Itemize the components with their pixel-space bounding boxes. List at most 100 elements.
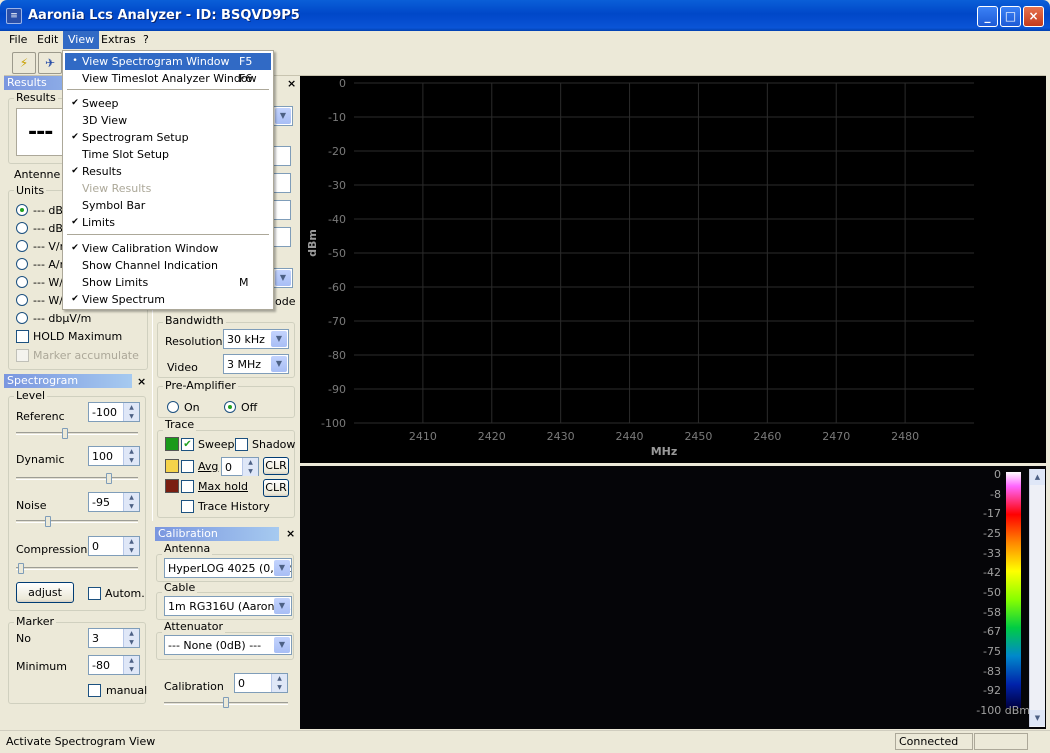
menu-item-time-slot-setup[interactable]: Time Slot Setup (65, 146, 271, 163)
noise-spinner[interactable]: -95 ▲ ▼ (88, 492, 140, 512)
spin-down-icon[interactable]: ▼ (123, 502, 139, 511)
chevron-down-icon: ▼ (274, 637, 290, 653)
spin-up-icon[interactable]: ▲ (123, 629, 139, 638)
minimum-spinner[interactable]: -80 ▲ ▼ (88, 655, 140, 675)
maxhold-color-swatch[interactable] (165, 479, 179, 493)
unit-radio-dbu[interactable] (16, 222, 28, 234)
avg-color-swatch[interactable] (165, 459, 179, 473)
spin-down-icon[interactable]: ▼ (271, 683, 287, 692)
spin-up-icon[interactable]: ▲ (123, 656, 139, 665)
maximize-button[interactable]: □ (1000, 6, 1021, 27)
sweep-combo-1[interactable]: ▼ (271, 106, 293, 126)
video-select[interactable]: 3 MHz ▼ (223, 354, 289, 374)
menu-extras[interactable]: Extras (96, 31, 141, 49)
spin-down-icon[interactable]: ▼ (123, 546, 139, 555)
calibration-close-icon[interactable]: × (286, 527, 295, 540)
menu-item-view-timeslot-window[interactable]: View Timeslot Analyzer Window F6 (65, 70, 271, 87)
reference-spinner[interactable]: -100 ▲ ▼ (88, 402, 140, 422)
spin-down-icon[interactable]: ▼ (123, 638, 139, 647)
compression-slider-thumb[interactable] (18, 563, 25, 574)
menu-item-symbol-bar[interactable]: Symbol Bar (65, 197, 271, 214)
device-icon[interactable]: ✈ (38, 52, 62, 74)
calibration-value: 0 (238, 677, 245, 690)
preamp-on-radio[interactable] (167, 401, 179, 413)
menu-item-show-channel-indication[interactable]: Show Channel Indication (65, 257, 271, 274)
autom-checkbox[interactable] (88, 587, 101, 600)
sweep-checkbox[interactable]: ✔ (181, 438, 194, 451)
menu-item-view-calibration-window[interactable]: ✔ View Calibration Window (65, 240, 271, 257)
calibration-slider-thumb[interactable] (223, 697, 229, 708)
scroll-down-icon[interactable]: ▼ (1030, 710, 1045, 726)
waterfall-scrollbar[interactable]: ▲ ▼ (1029, 469, 1045, 727)
marker-accumulate-checkbox[interactable] (16, 349, 29, 362)
spin-down-icon[interactable]: ▼ (123, 412, 139, 421)
avg-checkbox[interactable] (181, 460, 194, 473)
resolution-select[interactable]: 30 kHz ▼ (223, 329, 289, 349)
dynamic-slider-thumb[interactable] (106, 473, 113, 484)
marker-no-spinner[interactable]: 3 ▲ ▼ (88, 628, 140, 648)
avg-spinner[interactable]: 0 ▲ ▼ (221, 457, 259, 476)
unit-radio-w1[interactable] (16, 276, 28, 288)
unit-radio-w2[interactable] (16, 294, 28, 306)
spin-up-icon[interactable]: ▲ (123, 403, 139, 412)
menu-item-limits[interactable]: ✔ Limits (65, 214, 271, 231)
unit-radio-vm[interactable] (16, 240, 28, 252)
unit-radio-am[interactable] (16, 258, 28, 270)
attenuator-select[interactable]: --- None (0dB) --- ▼ (164, 635, 292, 655)
menu-item-view-spectrum[interactable]: ✔ View Spectrum (65, 291, 271, 308)
avg-clr-button[interactable]: CLR (263, 457, 289, 475)
noise-slider-thumb[interactable] (45, 516, 51, 527)
menu-item-show-limits[interactable]: Show Limits M (65, 274, 271, 291)
sweep-field-1[interactable] (271, 146, 291, 166)
shadow-checkbox[interactable] (235, 438, 248, 451)
trace-history-checkbox[interactable] (181, 500, 194, 513)
antenna-select[interactable]: HyperLOG 4025 (0,4-2 ▼ (164, 558, 292, 578)
menu-view[interactable]: View (63, 31, 100, 49)
hold-maximum-checkbox[interactable] (16, 330, 29, 343)
manual-checkbox[interactable] (88, 684, 101, 697)
connect-icon[interactable]: ⚡ (12, 52, 36, 74)
waterfall-view[interactable]: 0 -8 -17 -25 -33 -42 -50 -58 -67 -75 -83 -92 -100 dB… (300, 466, 1046, 729)
spin-up-icon[interactable]: ▲ (242, 458, 258, 467)
spectrum-plot[interactable]: 0 -10 -20 -30 -40 -50 -60 -70 -80 -90 -100 2410 2420… (300, 76, 1046, 463)
spin-down-icon[interactable]: ▼ (242, 467, 258, 476)
menu-item-spectrogram-setup[interactable]: ✔ Spectrogram Setup (65, 129, 271, 146)
cable-select[interactable]: 1m RG316U (Aaronia... ▼ (164, 596, 292, 616)
menu-item-view-results[interactable]: View Results (65, 180, 271, 197)
spin-down-icon[interactable]: ▼ (123, 665, 139, 674)
minimize-button[interactable]: _ (977, 6, 998, 27)
menu-file[interactable]: File (4, 31, 32, 49)
spin-up-icon[interactable]: ▲ (271, 674, 287, 683)
dynamic-spinner[interactable]: 100 ▲ ▼ (88, 446, 140, 466)
sweep-field-3[interactable] (271, 200, 291, 220)
video-value: 3 MHz (227, 358, 262, 371)
sweep-combo-2[interactable]: ▼ (271, 268, 293, 288)
menu-help[interactable]: ? (138, 31, 154, 49)
menu-item-sweep[interactable]: ✔ Sweep (65, 95, 271, 112)
menu-edit[interactable]: Edit (32, 31, 63, 49)
spin-up-icon[interactable]: ▲ (123, 537, 139, 546)
app-icon[interactable]: ≡ (6, 8, 22, 24)
menu-item-3d-view[interactable]: 3D View (65, 112, 271, 129)
menu-item-results[interactable]: ✔ Results (65, 163, 271, 180)
spectrum-svg: 0 -10 -20 -30 -40 -50 -60 -70 -80 -90 -100 2410 2420… (306, 77, 974, 458)
spin-down-icon[interactable]: ▼ (123, 456, 139, 465)
sweep-field-2[interactable] (271, 173, 291, 193)
scroll-up-icon[interactable]: ▲ (1030, 469, 1045, 485)
sweep-color-swatch[interactable] (165, 437, 179, 451)
spin-up-icon[interactable]: ▲ (123, 493, 139, 502)
menu-item-view-spectrogram-window[interactable]: • View Spectrogram Window F5 (65, 53, 271, 70)
unit-radio-dbuvm[interactable] (16, 312, 28, 324)
compression-spinner[interactable]: 0 ▲ ▼ (88, 536, 140, 556)
spectrogram-close-icon[interactable]: × (137, 375, 146, 388)
spin-up-icon[interactable]: ▲ (123, 447, 139, 456)
sweep-field-4[interactable] (271, 227, 291, 247)
calibration-spinner[interactable]: 0 ▲ ▼ (234, 673, 288, 693)
close-button[interactable]: × (1023, 6, 1044, 27)
reference-slider-thumb[interactable] (62, 428, 69, 439)
maxhold-checkbox[interactable] (181, 480, 194, 493)
unit-radio-dbm[interactable] (16, 204, 28, 216)
preamp-off-radio[interactable] (224, 401, 236, 413)
maxhold-clr-button[interactable]: CLR (263, 479, 289, 497)
adjust-button[interactable]: adjust (16, 582, 74, 603)
